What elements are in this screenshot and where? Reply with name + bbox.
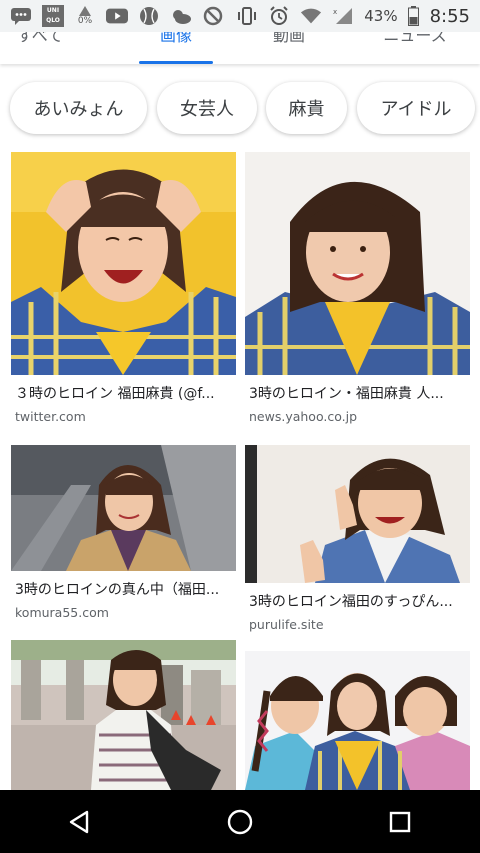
image-result-2[interactable]: 3時のヒロイン・福田麻貴 人... news.yahoo.co.jp <box>245 152 470 424</box>
status-bar-right: x 43% 8:55 <box>236 6 470 27</box>
tab-videos[interactable]: 動画 <box>229 32 349 46</box>
chip-label: 麻貴 <box>288 99 325 120</box>
result-thumbnail[interactable] <box>245 152 470 375</box>
data-saver-icon: 0% <box>74 6 96 26</box>
clock-time: 8:55 <box>429 5 470 27</box>
back-button[interactable] <box>50 797 110 847</box>
result-thumbnail[interactable] <box>245 445 470 583</box>
home-button[interactable] <box>210 797 270 847</box>
back-icon <box>69 810 89 833</box>
result-thumbnail[interactable] <box>11 445 236 571</box>
message-icon <box>10 6 32 26</box>
chip-label: あいみょん <box>33 99 124 120</box>
baseball-icon <box>138 6 160 26</box>
result-caption[interactable]: ３時のヒロイン 福田麻貴 (@f... <box>11 383 236 403</box>
search-tabs: すべて 画像 動画 ニュース <box>0 32 480 64</box>
chip-maki[interactable]: 麻貴 <box>266 82 347 134</box>
status-bar-left: UNI QLO 0% <box>10 5 224 27</box>
weather-icon <box>170 6 192 26</box>
tab-all[interactable]: すべて <box>0 32 100 46</box>
active-tab-indicator <box>139 61 213 64</box>
uniqlo-icon: UNI QLO <box>42 5 64 27</box>
blocked-icon <box>202 6 224 26</box>
brand-text-1: UNI <box>46 7 60 14</box>
result-domain: twitter.com <box>15 409 86 424</box>
small-percent-text: 0% <box>77 16 93 26</box>
image-result-3[interactable]: 3時のヒロインの真ん中（福田... komura55.com <box>11 445 236 620</box>
youtube-icon <box>106 6 128 26</box>
result-domain: news.yahoo.co.jp <box>249 409 358 424</box>
battery-icon <box>408 6 420 26</box>
result-caption[interactable]: 3時のヒロイン福田のすっぴん... <box>245 591 470 611</box>
chip-idol[interactable]: アイドル <box>357 82 475 134</box>
svg-text:x: x <box>333 8 337 16</box>
recents-icon <box>389 811 411 832</box>
alarm-icon <box>268 6 290 26</box>
chip-female-comedian[interactable]: 女芸人 <box>157 82 257 134</box>
signal-icon: x <box>332 6 354 26</box>
tab-images[interactable]: 画像 <box>116 32 236 46</box>
chip-label: アイドル <box>380 99 452 120</box>
home-icon <box>227 809 253 834</box>
vibrate-icon <box>236 6 258 26</box>
image-result-1[interactable]: ３時のヒロイン 福田麻貴 (@f... twitter.com <box>11 152 236 424</box>
result-thumbnail[interactable] <box>245 651 470 790</box>
chip-label: 女芸人 <box>180 99 234 120</box>
result-caption[interactable]: 3時のヒロインの真ん中（福田... <box>11 579 236 599</box>
result-thumbnail[interactable] <box>11 152 236 375</box>
image-result-5[interactable] <box>11 640 236 790</box>
result-thumbnail[interactable] <box>11 640 236 790</box>
chip-aimyon[interactable]: あいみょん <box>10 82 147 134</box>
result-domain: purulife.site <box>249 617 324 632</box>
status-bar: UNI QLO 0% x 43% 8:55 <box>0 0 480 32</box>
brand-text-2: QLO <box>46 17 60 24</box>
image-result-6[interactable] <box>245 651 470 790</box>
navigation-bar <box>0 790 480 853</box>
battery-percent: 43% <box>364 7 398 25</box>
image-result-4[interactable]: 3時のヒロイン福田のすっぴん... purulife.site <box>245 445 470 632</box>
recents-button[interactable] <box>370 797 430 847</box>
wifi-icon <box>300 6 322 26</box>
result-caption[interactable]: 3時のヒロイン・福田麻貴 人... <box>245 383 470 403</box>
tab-news[interactable]: ニュース <box>355 32 475 46</box>
result-domain: komura55.com <box>15 605 109 620</box>
